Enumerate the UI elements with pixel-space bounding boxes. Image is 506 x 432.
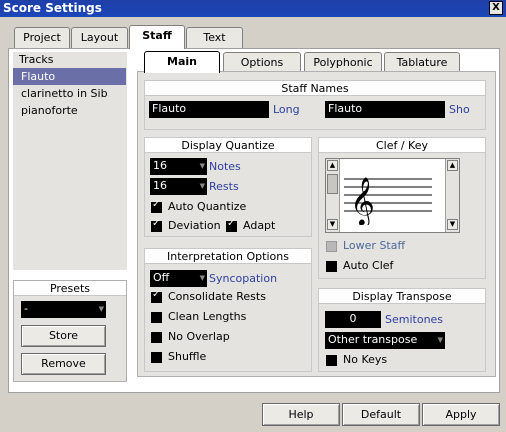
no-keys-checkbox[interactable] <box>326 355 337 366</box>
chevron-down-icon: ▼ <box>199 162 205 170</box>
clef-scrollbar[interactable]: ▲ ▼ <box>326 159 340 232</box>
tab-staff[interactable]: Staff <box>129 25 185 49</box>
adapt-checkbox[interactable] <box>226 218 237 232</box>
chevron-down-icon: ▼ <box>199 182 205 190</box>
scroll-up-icon[interactable]: ▲ <box>447 160 458 171</box>
notes-label: Notes <box>209 160 241 173</box>
display-quantize-header: Display Quantize <box>145 138 311 153</box>
clef-key-header: Clef / Key <box>319 138 485 153</box>
interpretation-options-group: Interpretation Options Off ▼ Syncopation … <box>144 248 312 372</box>
presets-group: Presets - ▼ Store Remove <box>13 280 127 382</box>
short-name-field[interactable]: Flauto <box>325 101 445 118</box>
scroll-down-icon[interactable]: ▼ <box>447 219 458 230</box>
no-overlap-checkbox[interactable] <box>151 332 162 343</box>
default-button[interactable]: Default <box>342 403 420 426</box>
close-button[interactable]: X <box>489 1 503 15</box>
short-label: Sho <box>449 103 470 116</box>
notes-value: 16 <box>153 159 167 172</box>
tab-layout[interactable]: Layout <box>71 27 128 49</box>
score-settings-window: Score Settings X Project Layout Staff Te… <box>0 0 506 432</box>
tracks-list: Tracks Flauto clarinetto in Sib pianofor… <box>13 52 127 270</box>
clean-lengths-label: Clean Lengths <box>168 310 247 323</box>
tracks-header: Tracks <box>19 53 54 66</box>
clean-lengths-checkbox[interactable] <box>151 312 162 323</box>
shuffle-label: Shuffle <box>168 350 207 363</box>
chevron-down-icon: ▼ <box>437 336 443 344</box>
track-item-flauto[interactable]: Flauto <box>13 68 126 85</box>
clef-key-group: Clef / Key ▲ ▼ 𝄞 ▲ ▼ Lower Staff Auto Cl… <box>318 137 486 279</box>
clef-key-selector[interactable]: ▲ ▼ 𝄞 ▲ ▼ <box>325 158 460 233</box>
other-transpose-dropdown[interactable]: Other transpose ▼ <box>325 332 445 349</box>
syncopation-dropdown[interactable]: Off ▼ <box>150 270 207 287</box>
no-keys-label: No Keys <box>343 353 388 366</box>
long-label: Long <box>273 103 300 116</box>
rests-value: 16 <box>153 179 167 192</box>
auto-quantize-label: Auto Quantize <box>168 200 247 213</box>
lower-staff-checkbox[interactable] <box>326 241 337 252</box>
syncopation-label: Syncopation <box>209 272 278 285</box>
subtab-tablature[interactable]: Tablature <box>384 52 460 72</box>
title-bar: Score Settings X <box>0 0 506 17</box>
chevron-down-icon: ▼ <box>199 274 205 282</box>
chevron-down-icon: ▼ <box>98 305 104 313</box>
help-button[interactable]: Help <box>262 403 340 426</box>
track-item-clarinetto[interactable]: clarinetto in Sib <box>21 86 108 102</box>
store-button[interactable]: Store <box>21 325 106 347</box>
no-overlap-label: No Overlap <box>168 330 230 343</box>
staff-names-header: Staff Names <box>145 81 485 96</box>
presets-dropdown[interactable]: - ▼ <box>21 301 106 318</box>
display-transpose-group: Display Transpose 0 Semitones Other tran… <box>318 288 486 372</box>
treble-clef-staff-icon: 𝄞 <box>344 176 432 225</box>
tab-text[interactable]: Text <box>186 27 243 49</box>
adapt-label: Adapt <box>243 219 276 232</box>
semitones-field[interactable]: 0 <box>325 311 381 328</box>
display-transpose-header: Display Transpose <box>319 289 485 304</box>
subtab-main[interactable]: Main <box>144 51 220 73</box>
auto-quantize-checkbox[interactable] <box>151 199 162 213</box>
notes-dropdown[interactable]: 16 ▼ <box>150 158 207 175</box>
presets-header: Presets <box>14 281 126 296</box>
subtab-options[interactable]: Options <box>223 52 301 72</box>
window-title: Score Settings <box>3 1 102 15</box>
shuffle-checkbox[interactable] <box>151 352 162 363</box>
other-transpose-value: Other transpose <box>328 333 418 346</box>
apply-button[interactable]: Apply <box>422 403 500 426</box>
auto-clef-checkbox[interactable] <box>326 261 337 272</box>
lower-staff-label: Lower Staff <box>343 239 406 252</box>
semitones-label: Semitones <box>385 313 444 326</box>
scroll-thumb[interactable] <box>327 174 338 194</box>
key-scrollbar[interactable]: ▲ ▼ <box>445 159 459 232</box>
interpretation-header: Interpretation Options <box>145 249 311 264</box>
track-item-pianoforte[interactable]: pianoforte <box>21 103 78 119</box>
presets-value: - <box>24 302 28 315</box>
scroll-up-icon[interactable]: ▲ <box>327 160 338 171</box>
subtab-polyphonic[interactable]: Polyphonic <box>304 52 382 72</box>
consolidate-rests-label: Consolidate Rests <box>168 290 266 303</box>
tab-project[interactable]: Project <box>14 27 70 49</box>
long-name-field[interactable]: Flauto <box>149 101 269 118</box>
auto-clef-label: Auto Clef <box>343 259 394 272</box>
deviation-label: Deviation <box>168 219 221 232</box>
svg-text:𝄞: 𝄞 <box>350 176 375 225</box>
syncopation-value: Off <box>153 271 170 284</box>
scroll-down-icon[interactable]: ▼ <box>327 219 338 230</box>
rests-label: Rests <box>209 180 239 193</box>
deviation-checkbox[interactable] <box>151 218 162 232</box>
display-quantize-group: Display Quantize 16 ▼ Notes 16 ▼ Rests Aut… <box>144 137 312 237</box>
staff-names-group: Staff Names Flauto Long Flauto Sho <box>144 80 486 130</box>
remove-button[interactable]: Remove <box>21 353 106 375</box>
consolidate-rests-checkbox[interactable] <box>151 289 162 303</box>
rests-dropdown[interactable]: 16 ▼ <box>150 178 207 195</box>
